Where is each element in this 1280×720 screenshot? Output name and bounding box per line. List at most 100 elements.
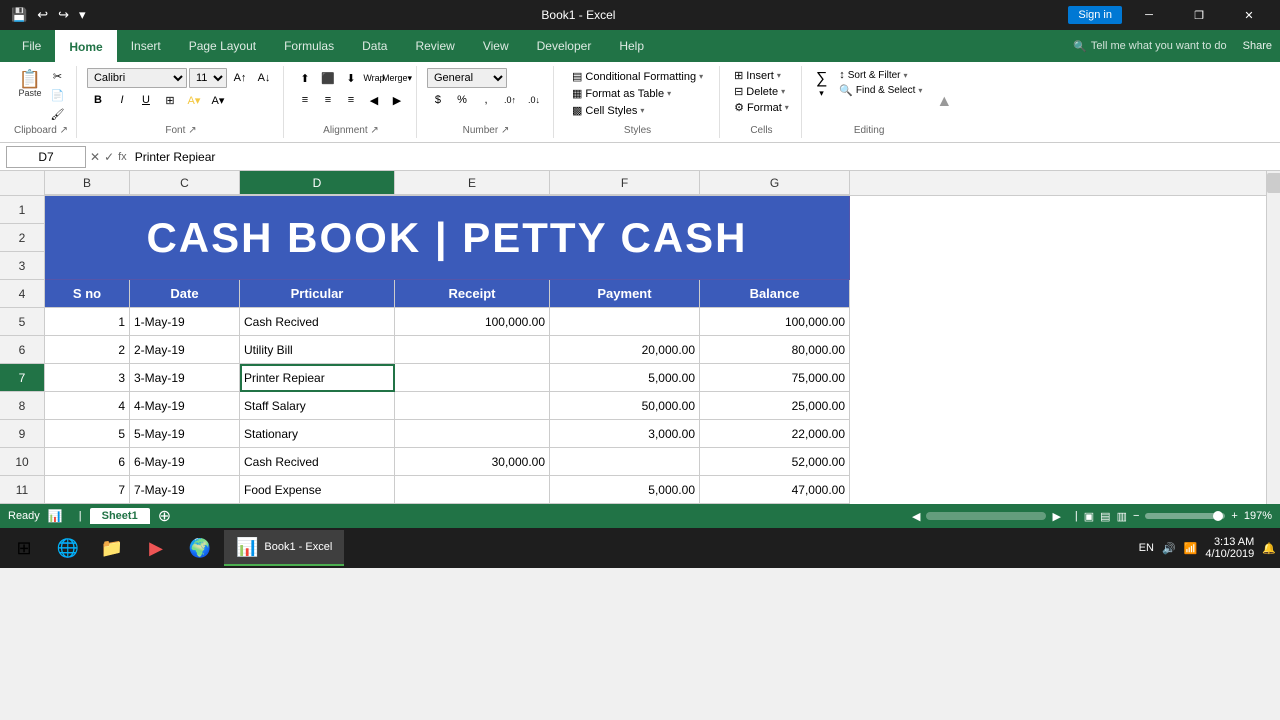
col-header-b[interactable]: B bbox=[45, 171, 130, 195]
redo-icon[interactable]: ↪ bbox=[55, 5, 72, 25]
notification-icon[interactable]: 🔔 bbox=[1262, 542, 1276, 555]
align-top-button[interactable]: ⬆ bbox=[294, 68, 316, 88]
cell-f9[interactable]: 3,000.00 bbox=[550, 420, 700, 448]
font-color-button[interactable]: A▾ bbox=[207, 90, 229, 110]
cell-g10[interactable]: 52,000.00 bbox=[700, 448, 850, 476]
cell-c9[interactable]: 5-May-19 bbox=[130, 420, 240, 448]
cell-f6[interactable]: 20,000.00 bbox=[550, 336, 700, 364]
cell-f5[interactable] bbox=[550, 308, 700, 336]
tab-file[interactable]: File bbox=[8, 31, 55, 61]
copy-button[interactable]: 📄 bbox=[48, 87, 68, 104]
add-sheet-button[interactable]: ⊕ bbox=[158, 506, 171, 526]
cell-e11[interactable] bbox=[395, 476, 550, 504]
undo-icon[interactable]: ↩ bbox=[34, 5, 51, 25]
insert-function-icon[interactable]: fx bbox=[118, 151, 127, 163]
header-cell-receipt[interactable]: Receipt bbox=[395, 280, 550, 308]
cell-d10[interactable]: Cash Recived bbox=[240, 448, 395, 476]
cell-g8[interactable]: 25,000.00 bbox=[700, 392, 850, 420]
cell-d7[interactable]: Printer Repiear bbox=[240, 364, 395, 392]
paste-button[interactable]: 📋 Paste bbox=[15, 68, 46, 100]
cell-e8[interactable] bbox=[395, 392, 550, 420]
fill-color-button[interactable]: A▾ bbox=[183, 90, 205, 110]
scroll-right-icon[interactable]: ▶ bbox=[1052, 510, 1060, 523]
insert-button[interactable]: ⊞ Insert ▾ bbox=[730, 68, 793, 83]
align-right-button[interactable]: ≡ bbox=[340, 90, 362, 110]
font-expand-icon[interactable]: ↗ bbox=[188, 125, 196, 136]
tell-me-bar[interactable]: 🔍 Tell me what you want to do bbox=[1073, 40, 1226, 53]
cell-c10[interactable]: 6-May-19 bbox=[130, 448, 240, 476]
col-header-e[interactable]: E bbox=[395, 171, 550, 195]
tab-view[interactable]: View bbox=[469, 31, 523, 61]
cell-g6[interactable]: 80,000.00 bbox=[700, 336, 850, 364]
alignment-expand-icon[interactable]: ↗ bbox=[370, 125, 378, 136]
cell-g11[interactable]: 47,000.00 bbox=[700, 476, 850, 504]
tab-page-layout[interactable]: Page Layout bbox=[175, 31, 270, 61]
cut-button[interactable]: ✂ bbox=[48, 68, 68, 85]
excel-taskbar-app[interactable]: 📊 Book1 - Excel bbox=[224, 530, 344, 566]
share-button[interactable]: Share bbox=[1243, 40, 1272, 52]
cell-e7[interactable] bbox=[395, 364, 550, 392]
header-cell-sno[interactable]: S no bbox=[45, 280, 130, 308]
cell-styles-button[interactable]: ▩ Cell Styles ▾ bbox=[564, 102, 711, 119]
cell-g5[interactable]: 100,000.00 bbox=[700, 308, 850, 336]
indent-decrease-button[interactable]: ◀ bbox=[363, 90, 385, 110]
tab-insert[interactable]: Insert bbox=[117, 31, 175, 61]
tab-developer[interactable]: Developer bbox=[523, 31, 606, 61]
file-explorer-button[interactable]: 📁 bbox=[92, 530, 132, 566]
number-format-select[interactable]: General bbox=[427, 68, 507, 88]
tab-formulas[interactable]: Formulas bbox=[270, 31, 348, 61]
tab-data[interactable]: Data bbox=[348, 31, 401, 61]
cell-b11[interactable]: 7 bbox=[45, 476, 130, 504]
format-painter-button[interactable]: 🖌 bbox=[48, 106, 68, 123]
font-size-select[interactable]: 11 bbox=[189, 68, 227, 88]
cell-d8[interactable]: Staff Salary bbox=[240, 392, 395, 420]
cell-b6[interactable]: 2 bbox=[45, 336, 130, 364]
cell-d11[interactable]: Food Expense bbox=[240, 476, 395, 504]
cell-d5[interactable]: Cash Recived bbox=[240, 308, 395, 336]
align-left-button[interactable]: ≡ bbox=[294, 90, 316, 110]
cell-e9[interactable] bbox=[395, 420, 550, 448]
header-cell-balance[interactable]: Balance bbox=[700, 280, 850, 308]
col-header-d[interactable]: D bbox=[240, 171, 395, 195]
clipboard-expand-icon[interactable]: ↗ bbox=[60, 125, 68, 136]
sort-filter-button[interactable]: ↕ Sort & Filter ▾ bbox=[835, 68, 926, 82]
decrease-decimal-button[interactable]: .0↓ bbox=[523, 90, 545, 110]
comma-button[interactable]: , bbox=[475, 90, 497, 110]
find-select-button[interactable]: 🔍 Find & Select ▾ bbox=[835, 83, 926, 98]
number-expand-icon[interactable]: ↗ bbox=[501, 125, 509, 136]
align-middle-button[interactable]: ⬛ bbox=[317, 68, 339, 88]
cell-g7[interactable]: 75,000.00 bbox=[700, 364, 850, 392]
tab-review[interactable]: Review bbox=[401, 31, 468, 61]
zoom-out-icon[interactable]: − bbox=[1133, 510, 1139, 522]
cancel-formula-icon[interactable]: ✕ bbox=[90, 150, 100, 164]
cell-b10[interactable]: 6 bbox=[45, 448, 130, 476]
cell-reference-input[interactable] bbox=[6, 146, 86, 168]
cell-e10[interactable]: 30,000.00 bbox=[395, 448, 550, 476]
col-header-g[interactable]: G bbox=[700, 171, 850, 195]
normal-view-icon[interactable]: ▣ bbox=[1084, 510, 1094, 523]
cell-f7[interactable]: 5,000.00 bbox=[550, 364, 700, 392]
format-button[interactable]: ⚙ Format ▾ bbox=[730, 100, 793, 115]
confirm-formula-icon[interactable]: ✓ bbox=[104, 150, 114, 164]
conditional-formatting-button[interactable]: ▤ Conditional Formatting ▾ bbox=[564, 68, 711, 85]
tab-home[interactable]: Home bbox=[55, 30, 116, 62]
cell-c7[interactable]: 3-May-19 bbox=[130, 364, 240, 392]
cell-g9[interactable]: 22,000.00 bbox=[700, 420, 850, 448]
ie-button[interactable]: 🌐 bbox=[48, 530, 88, 566]
cell-b5[interactable]: 1 bbox=[45, 308, 130, 336]
formula-input[interactable] bbox=[131, 146, 1274, 168]
italic-button[interactable]: I bbox=[111, 90, 133, 110]
tab-help[interactable]: Help bbox=[605, 31, 658, 61]
cell-b7[interactable]: 3 bbox=[45, 364, 130, 392]
cell-f11[interactable]: 5,000.00 bbox=[550, 476, 700, 504]
increase-font-button[interactable]: A↑ bbox=[229, 68, 251, 88]
cell-c8[interactable]: 4-May-19 bbox=[130, 392, 240, 420]
horizontal-scrollbar[interactable] bbox=[926, 512, 1046, 520]
cell-b9[interactable]: 5 bbox=[45, 420, 130, 448]
restore-button[interactable]: ❐ bbox=[1176, 0, 1222, 30]
font-name-select[interactable]: Calibri bbox=[87, 68, 187, 88]
autosum-button[interactable]: ∑ ▾ bbox=[812, 68, 831, 101]
bold-button[interactable]: B bbox=[87, 90, 109, 110]
cell-c5[interactable]: 1-May-19 bbox=[130, 308, 240, 336]
cell-c6[interactable]: 2-May-19 bbox=[130, 336, 240, 364]
